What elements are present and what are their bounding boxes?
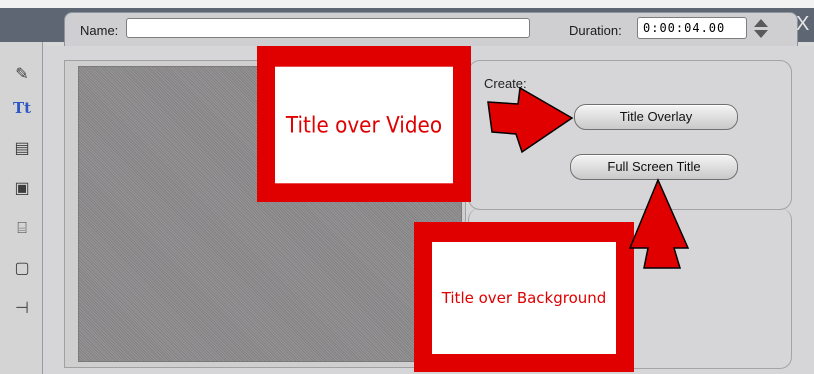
right-arrow <box>487 86 574 154</box>
annotation-arrows <box>487 86 690 269</box>
up-arrow <box>628 178 690 269</box>
